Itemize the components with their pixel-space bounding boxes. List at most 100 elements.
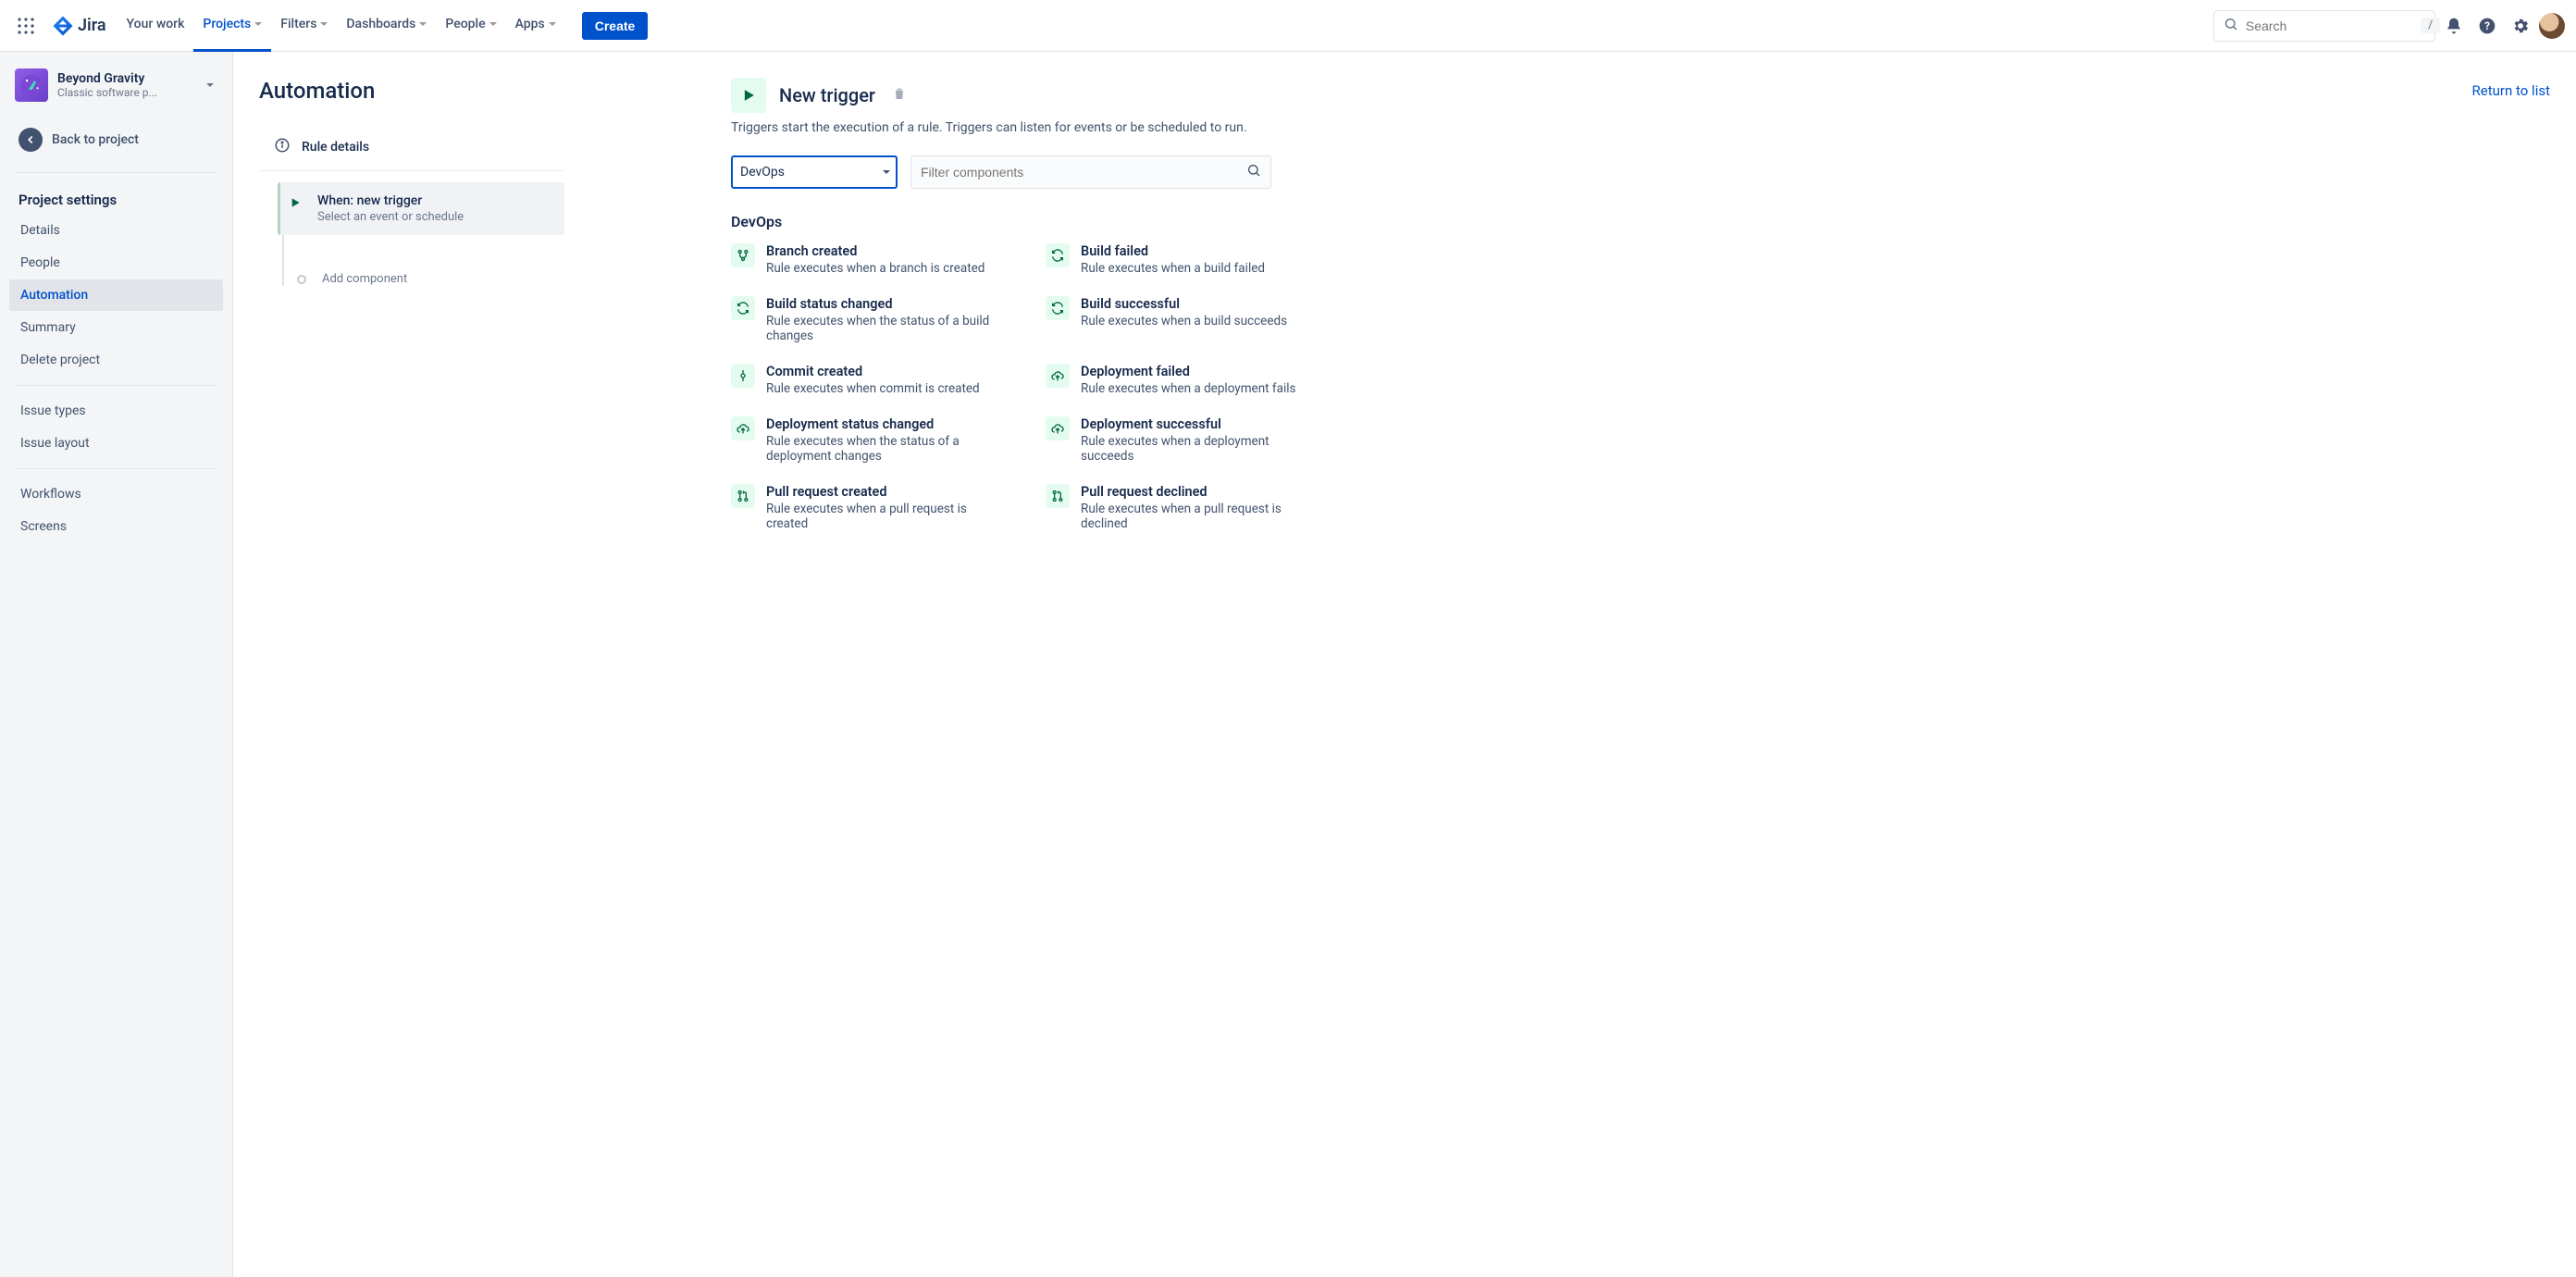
nav-item-label: Your work	[127, 17, 185, 31]
trigger-option-build-failed[interactable]: Build failed Rule executes when a build f…	[1046, 243, 1323, 276]
nav-item-label: Dashboards	[346, 17, 415, 31]
search-icon	[2223, 17, 2238, 35]
category-dropdown[interactable]: DevOps	[731, 155, 898, 189]
nav-item-dashboards[interactable]: Dashboards	[337, 0, 436, 52]
search-icon	[1246, 163, 1261, 181]
trigger-description: Rule executes when a deployment fails	[1081, 381, 1295, 396]
trigger-title: Build status changed	[766, 296, 1009, 312]
step-title: When: new trigger	[317, 193, 548, 208]
app-switcher-icon[interactable]	[11, 11, 41, 41]
user-avatar[interactable]	[2539, 13, 2565, 39]
sync-icon	[1046, 296, 1070, 320]
trigger-title: Commit created	[766, 364, 980, 379]
sidebar-item-summary[interactable]: Summary	[9, 312, 223, 343]
project-header[interactable]: Beyond Gravity Classic software p...	[7, 68, 225, 113]
sidebar-item-details[interactable]: Details	[9, 215, 223, 246]
trigger-option-pull-request-created[interactable]: Pull request created Rule executes when a…	[731, 484, 1009, 531]
trigger-title: Deployment failed	[1081, 364, 1295, 379]
trigger-option-deployment-failed[interactable]: Deployment failed Rule executes when a de…	[1046, 364, 1323, 396]
nav-item-apps[interactable]: Apps	[506, 0, 565, 52]
category-value: DevOps	[740, 165, 785, 180]
help-icon[interactable]: ?	[2472, 11, 2502, 41]
project-name: Beyond Gravity	[57, 71, 193, 86]
nav-item-your-work[interactable]: Your work	[118, 0, 194, 52]
trigger-description: Rule executes when a build failed	[1081, 261, 1265, 276]
trigger-option-build-successful[interactable]: Build successful Rule executes when a bui…	[1046, 296, 1323, 343]
config-title: New trigger	[779, 84, 875, 106]
chevron-down-icon	[883, 165, 890, 180]
project-settings-heading: Project settings	[7, 182, 225, 214]
trigger-option-pull-request-declined[interactable]: Pull request declinedRule executes when …	[1046, 484, 1323, 531]
sidebar-item-automation[interactable]: Automation	[9, 279, 223, 311]
rule-details-label: Rule details	[302, 140, 369, 155]
trigger-option-build-status-changed[interactable]: Build status changed Rule executes when t…	[731, 296, 1009, 343]
filter-components[interactable]	[910, 155, 1271, 189]
chevron-down-icon	[549, 17, 556, 31]
play-icon	[288, 195, 303, 214]
sidebar-item-people[interactable]: People	[9, 247, 223, 279]
sidebar-item-issue-types[interactable]: Issue types	[9, 395, 223, 427]
trigger-description: Rule executes when a build succeeds	[1081, 314, 1287, 329]
create-button[interactable]: Create	[582, 12, 649, 40]
trigger-option-deployment-successful[interactable]: Deployment successful Rule executes when …	[1046, 416, 1323, 464]
project-menu-chevron-icon[interactable]	[203, 74, 217, 96]
nav-item-projects[interactable]: Projects	[193, 0, 271, 52]
trigger-title: Branch created	[766, 243, 985, 259]
filter-input[interactable]	[921, 165, 1239, 180]
trigger-title: Pull request declined	[1081, 484, 1323, 500]
trigger-option-branch-created[interactable]: Branch created Rule executes when a branc…	[731, 243, 1009, 276]
back-label: Back to project	[52, 132, 139, 147]
sidebar-item-screens[interactable]: Screens	[9, 511, 223, 542]
trigger-description: Rule executes when a deployment succeeds	[1081, 434, 1323, 464]
project-sidebar: Beyond Gravity Classic software p... Bac…	[0, 52, 233, 1277]
sidebar-item-delete-project[interactable]: Delete project	[9, 344, 223, 376]
sidebar-divider	[15, 172, 217, 173]
nav-item-people[interactable]: People	[436, 0, 505, 52]
trigger-title: Build failed	[1081, 243, 1265, 259]
trigger-description: Rule executes when commit is created	[766, 381, 980, 396]
trigger-description: Rule executes when the status of a build…	[766, 314, 1009, 343]
trigger-option-deployment-status-changed[interactable]: Deployment status changed Rule executes w…	[731, 416, 1009, 464]
add-component-row[interactable]: Add component	[278, 235, 564, 286]
trigger-play-icon	[731, 78, 766, 113]
trigger-option-commit-created[interactable]: Commit created Rule executes when commit …	[731, 364, 1009, 396]
main-content: Automation Return to list Rule details	[233, 52, 2576, 1277]
project-avatar-icon	[15, 68, 48, 102]
rule-step-trigger[interactable]: When: new trigger Select an event or sch…	[278, 182, 564, 235]
notifications-icon[interactable]	[2439, 11, 2469, 41]
global-search[interactable]: /	[2213, 10, 2435, 42]
sidebar-divider	[15, 385, 217, 386]
settings-icon[interactable]	[2506, 11, 2535, 41]
page-title: Automation	[259, 78, 375, 104]
delete-trigger-icon[interactable]	[892, 86, 907, 105]
search-input[interactable]	[2246, 19, 2413, 33]
chevron-down-icon	[419, 17, 427, 31]
trigger-description: Rule executes when a pull request is cre…	[766, 502, 1009, 531]
trigger-description: Rule executes when the status of a deplo…	[766, 434, 1009, 464]
commit-icon	[731, 364, 755, 388]
trigger-title: Build successful	[1081, 296, 1287, 312]
sidebar-divider	[15, 468, 217, 469]
nav-item-filters[interactable]: Filters	[271, 0, 337, 52]
timeline-dot-icon	[297, 275, 306, 284]
trigger-title: Deployment successful	[1081, 416, 1323, 432]
config-description: Triggers start the execution of a rule. …	[731, 120, 1286, 135]
pull-request-icon	[1046, 484, 1070, 508]
cloud-upload-icon	[1046, 364, 1070, 388]
chevron-down-icon	[254, 17, 262, 31]
divider	[259, 170, 564, 171]
trigger-description: Rule executes when a branch is created	[766, 261, 985, 276]
svg-text:?: ?	[2484, 19, 2490, 32]
back-to-project-link[interactable]: Back to project	[7, 117, 225, 163]
sync-icon	[1046, 243, 1070, 267]
rule-details-button[interactable]: Rule details	[259, 130, 564, 165]
chevron-down-icon	[320, 17, 328, 31]
pull-request-icon	[731, 484, 755, 508]
top-navigation: Jira Your work ProjectsFilters Dashboards P…	[0, 0, 2576, 52]
branch-icon	[731, 243, 755, 267]
jira-logo[interactable]: Jira	[52, 15, 106, 37]
sidebar-item-workflows[interactable]: Workflows	[9, 478, 223, 510]
sidebar-item-issue-layout[interactable]: Issue layout	[9, 428, 223, 459]
trigger-title: Deployment status changed	[766, 416, 1009, 432]
trigger-title: Pull request created	[766, 484, 1009, 500]
